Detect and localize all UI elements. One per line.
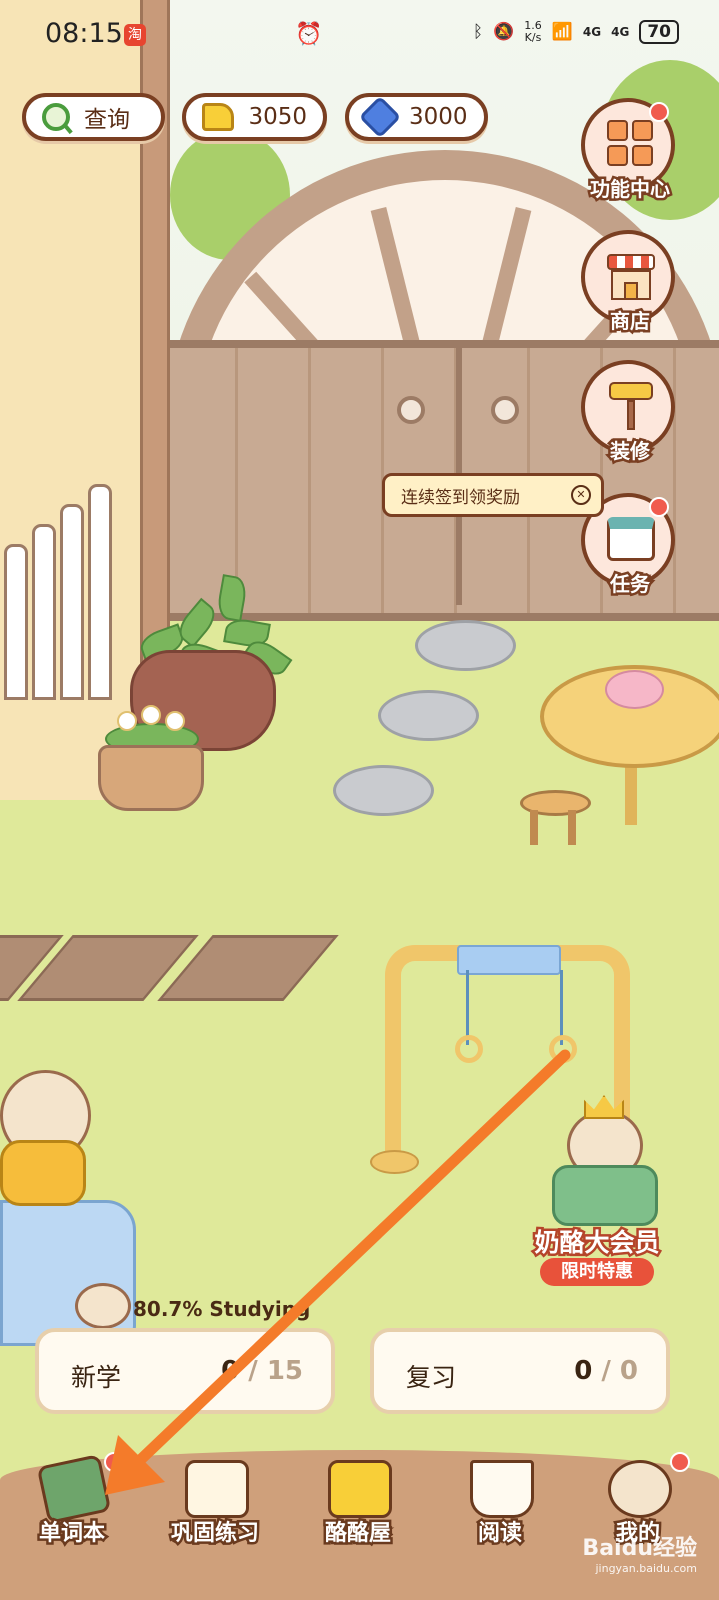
- bluetooth-icon: ᛒ: [472, 22, 484, 42]
- new-words-count: 0 / 15: [221, 1356, 303, 1386]
- new-words-card[interactable]: 新学 0 / 15: [35, 1328, 335, 1414]
- side-menu-label: 装修: [608, 437, 653, 466]
- stepping-stone: [333, 765, 434, 816]
- gate-knob: [491, 396, 519, 424]
- open-book-icon: [470, 1460, 534, 1518]
- vip-title: 奶酪大会员: [532, 1226, 662, 1260]
- gem-count: 3000: [409, 104, 468, 130]
- side-menu-label: 商店: [608, 307, 653, 336]
- nav-profile[interactable]: 我的: [578, 1450, 698, 1600]
- notification-dot: [649, 102, 669, 122]
- cheese-house-icon: [328, 1460, 392, 1518]
- flower-bunch: [95, 705, 205, 755]
- function-center-button[interactable]: 功能中心: [581, 98, 675, 204]
- side-menu-label: 功能中心: [588, 175, 673, 204]
- teapot: [605, 670, 664, 709]
- calendar-icon: [607, 517, 655, 561]
- nav-cheese-house[interactable]: 酪酪屋: [298, 1450, 418, 1600]
- swing-rope: [466, 970, 469, 1045]
- study-progress-label: 80.7% Studying: [133, 1297, 311, 1321]
- tooltip-text: 连续签到领奖励: [401, 487, 520, 508]
- cheese-icon: [202, 103, 235, 131]
- signal-4g-2: 4G: [611, 25, 630, 39]
- notification-dot: [670, 1452, 690, 1472]
- paint-roller-icon: [609, 382, 653, 432]
- notebook-icon: [185, 1460, 249, 1518]
- battery-indicator: 70: [639, 20, 679, 44]
- swing-ring: [455, 1035, 483, 1063]
- search-button[interactable]: 查询: [22, 93, 165, 141]
- taobao-icon: 淘: [124, 24, 146, 46]
- mute-icon: 🔕: [493, 22, 515, 42]
- nav-vocab-book[interactable]: 单词本: [12, 1450, 132, 1600]
- alarm-icon: ⏰: [295, 22, 323, 47]
- crown-icon: [584, 1095, 624, 1119]
- sign-in-reward-tooltip[interactable]: 连续签到领奖励 ✕: [382, 473, 604, 517]
- swing-ring: [549, 1035, 577, 1063]
- hamster-outfit: [0, 1140, 86, 1206]
- nav-label: 酪酪屋: [322, 1519, 393, 1549]
- gem-icon: [358, 95, 402, 139]
- stepping-stone: [415, 620, 516, 671]
- throne-icon: [552, 1165, 658, 1226]
- nav-label: 单词本: [36, 1519, 107, 1549]
- swing-rope: [560, 970, 563, 1045]
- shop-button[interactable]: 商店: [581, 230, 675, 336]
- baidu-watermark: Baidu经验 jingyan.baidu.com: [582, 1536, 697, 1575]
- hamster-avatar-icon: [608, 1460, 672, 1518]
- limited-offer-badge: 限时特惠: [540, 1258, 654, 1286]
- cheese-count: 3050: [248, 104, 307, 130]
- status-bar: 08:15 淘 ⏰ ᛒ 🔕 1.6 K/s 📶 4G 4G 70: [0, 0, 719, 70]
- shop-icon: [607, 254, 655, 300]
- nav-practice[interactable]: 巩固练习: [155, 1450, 275, 1600]
- search-icon: [42, 103, 70, 131]
- search-label: 查询: [84, 107, 130, 133]
- cheese-currency[interactable]: 3050: [182, 93, 327, 141]
- stepping-stone: [378, 690, 479, 741]
- grid-icon: [607, 120, 653, 166]
- review-card[interactable]: 复习 0 / 0: [370, 1328, 670, 1414]
- nav-label: 巩固练习: [168, 1519, 261, 1549]
- notification-dot: [649, 497, 669, 517]
- bottom-navigation: 单词本 巩固练习 酪酪屋 阅读 我的: [0, 1450, 719, 1600]
- stool-leg: [568, 810, 576, 845]
- net-speed: 1.6 K/s: [524, 19, 542, 44]
- flower-pot: [98, 745, 204, 811]
- close-icon[interactable]: ✕: [571, 485, 591, 505]
- notification-dot: [104, 1452, 124, 1472]
- hamster-reading-icon: [75, 1283, 131, 1329]
- review-count: 0 / 0: [574, 1356, 638, 1386]
- nav-label: 阅读: [475, 1519, 524, 1549]
- nav-reading[interactable]: 阅读: [440, 1450, 560, 1600]
- swing-bar: [457, 945, 561, 975]
- decorate-button[interactable]: 装修: [581, 360, 675, 466]
- stool-leg: [530, 810, 538, 845]
- gem-currency[interactable]: 3000: [345, 93, 488, 141]
- signal-4g-1: 4G: [582, 25, 602, 39]
- card-title: 新学: [71, 1363, 122, 1392]
- gate-knob: [397, 396, 425, 424]
- white-fence: [0, 480, 120, 700]
- side-menu-label: 任务: [608, 570, 653, 599]
- clock: 08:15: [45, 18, 123, 49]
- wifi-icon: 📶: [551, 22, 573, 42]
- swing-base: [370, 1150, 419, 1174]
- vip-promo-button[interactable]: 奶酪大会员 限时特惠: [522, 1095, 672, 1290]
- card-title: 复习: [406, 1363, 457, 1392]
- status-icons: ᛒ 🔕 1.6 K/s 📶 4G 4G 70: [473, 20, 679, 44]
- vocab-book-icon: [36, 1453, 112, 1525]
